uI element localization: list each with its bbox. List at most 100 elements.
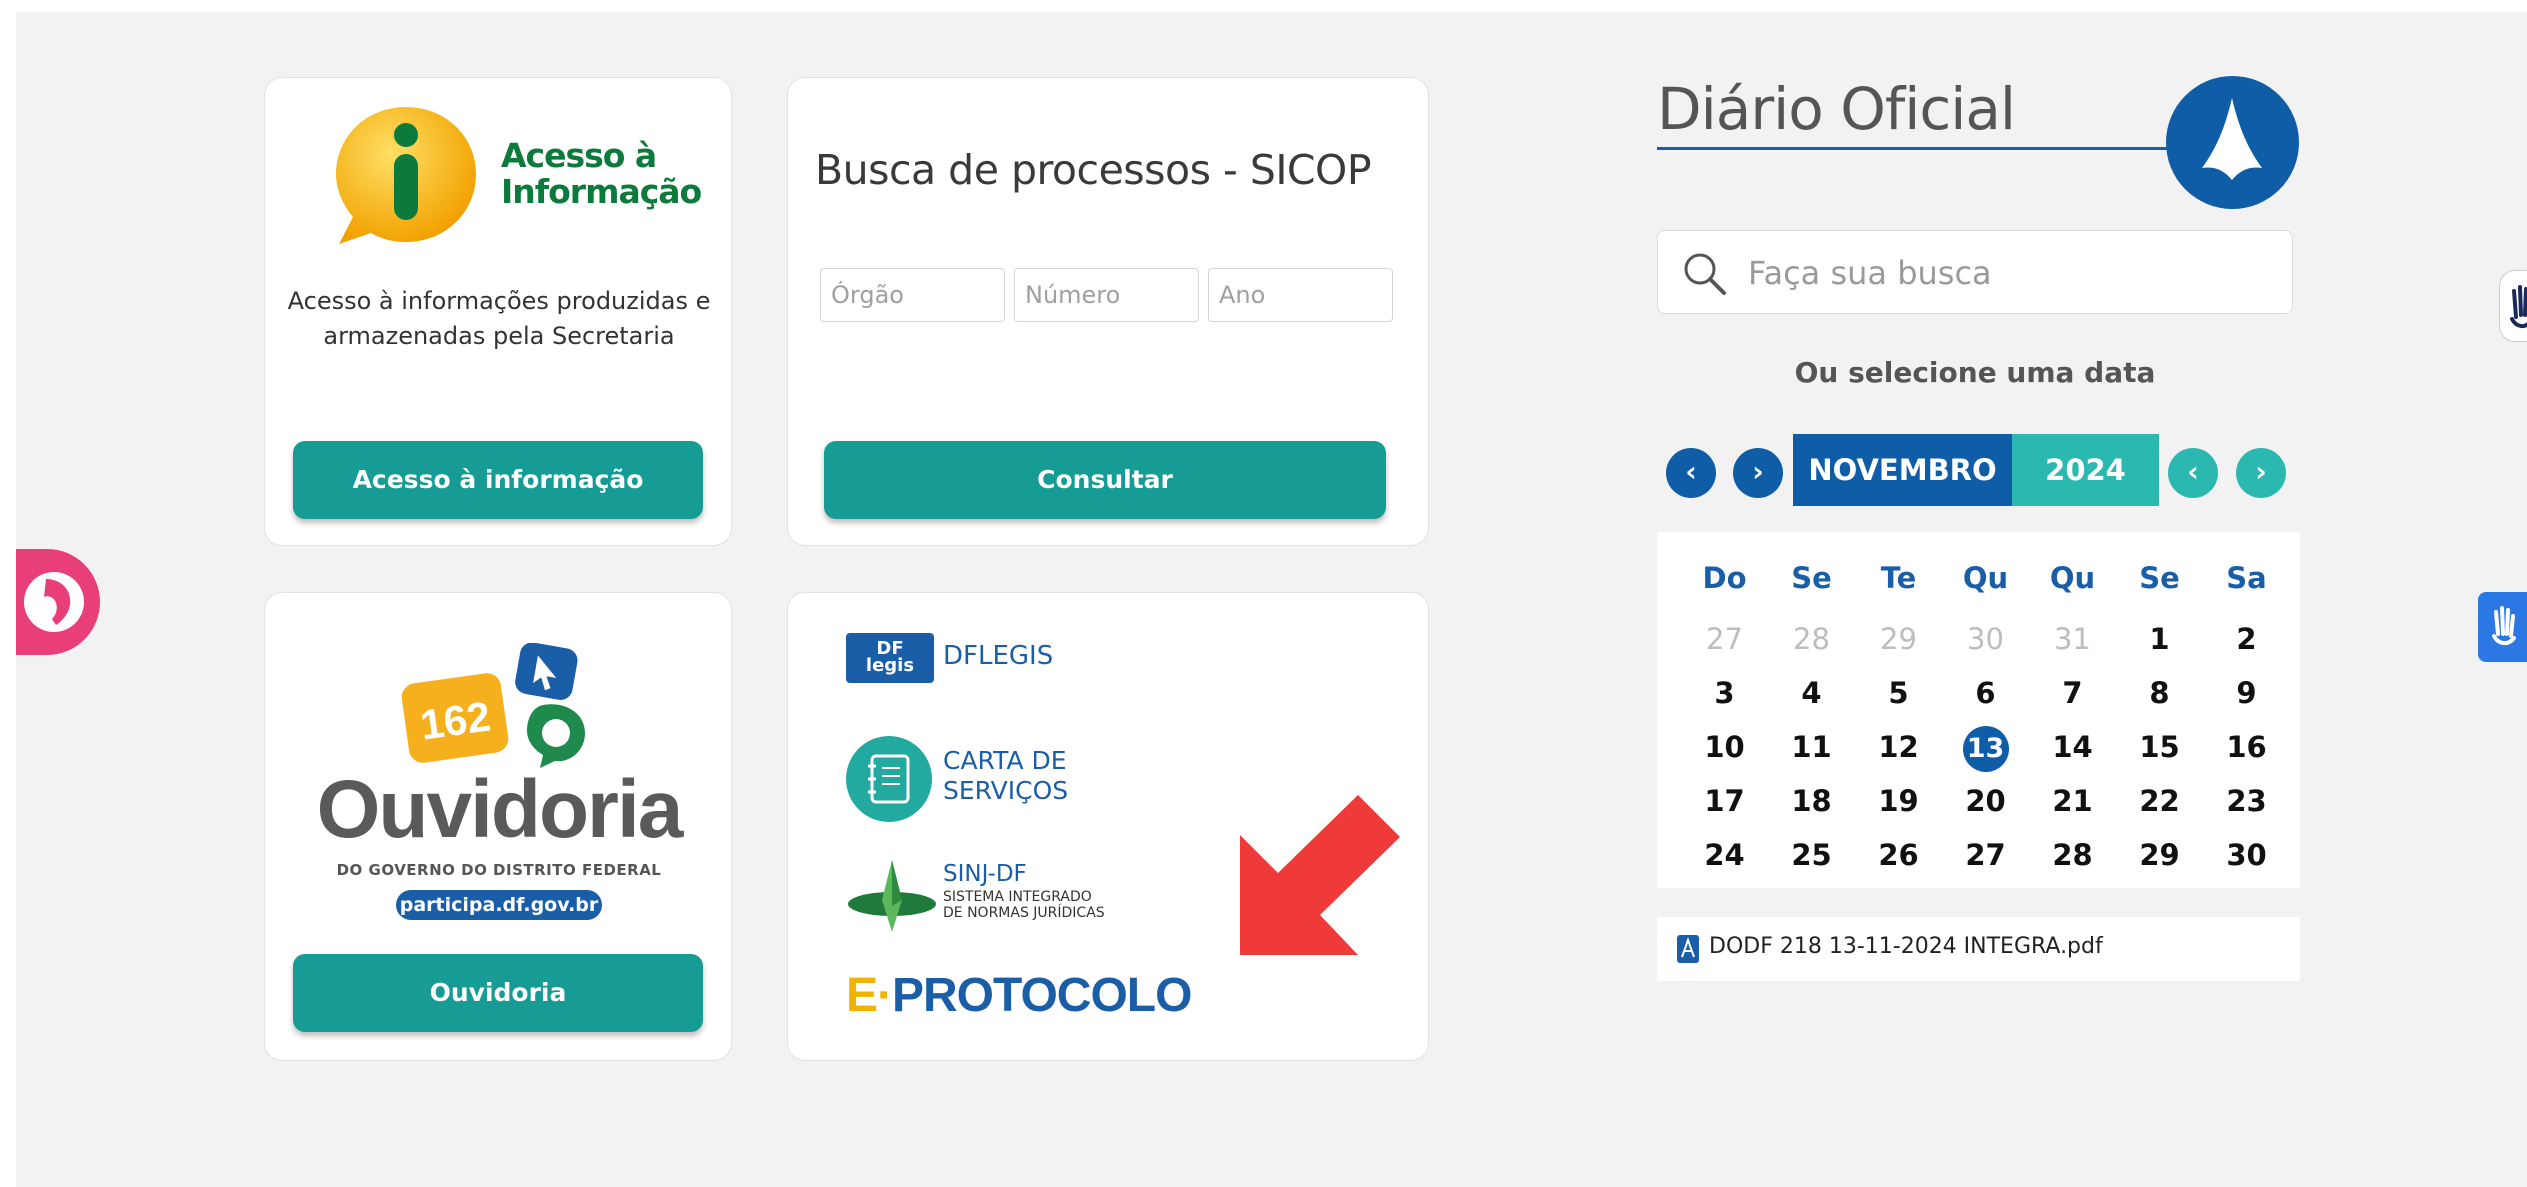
calendar-day-today[interactable]: 13 xyxy=(1942,720,2029,774)
consultar-button[interactable]: Consultar xyxy=(824,441,1386,519)
access-info-logo-text: Acesso à Informação xyxy=(501,136,702,211)
calendar-day[interactable]: 29 xyxy=(2116,828,2203,882)
notebook-glyph xyxy=(868,754,910,804)
sign-language-button[interactable] xyxy=(2499,270,2527,342)
calendar-day[interactable]: 4 xyxy=(1768,666,1855,720)
calendar-day[interactable]: 18 xyxy=(1768,774,1855,828)
sinj-title: SINJ-DF xyxy=(943,861,1027,887)
logo-line-2: Informação xyxy=(501,172,702,211)
weekday-header: Te xyxy=(1880,561,1917,595)
ouvidoria-card: 162 Ouvidoria DO GOVERNO DO DISTRITO FED… xyxy=(264,592,732,1061)
carta-line-1: CARTA DE xyxy=(943,746,1067,775)
eprotocolo-logo: E·PROTOCOLO xyxy=(846,968,1192,1023)
weekday-header: Se xyxy=(1791,561,1832,595)
calendar-day[interactable]: 29 xyxy=(1855,612,1942,666)
dflegis-link[interactable]: DF legis DFLEGIS xyxy=(788,593,1118,703)
calendar-day[interactable]: 12 xyxy=(1855,720,1942,774)
selected-day-marker: 13 xyxy=(1962,726,2009,772)
calendar-day[interactable]: 24 xyxy=(1681,828,1768,882)
numero-input[interactable] xyxy=(1014,268,1199,322)
ouvidoria-badge-number: 162 xyxy=(417,692,493,748)
access-info-description: Acesso à informações produzidas e armaze… xyxy=(265,284,733,354)
dflegis-badge-line-2: legis xyxy=(865,655,915,676)
sicop-search-card: Busca de processos - SICOP Consultar xyxy=(787,77,1429,546)
calendar-day[interactable]: 1 xyxy=(2116,612,2203,666)
calendar-day[interactable]: 2 xyxy=(2203,612,2290,666)
accessibility-widget-button[interactable] xyxy=(16,549,100,655)
calendar-day[interactable]: 8 xyxy=(2116,666,2203,720)
calendar-day[interactable]: 28 xyxy=(1768,612,1855,666)
description-line-2: armazenadas pela Secretaria xyxy=(323,322,675,350)
calendar-day[interactable]: 17 xyxy=(1681,774,1768,828)
pdf-file-name: DODF 218 13-11-2024 INTEGRA.pdf xyxy=(1709,934,2103,959)
calendar-day[interactable]: 14 xyxy=(2029,720,2116,774)
prev-month-button[interactable]: ‹ xyxy=(1666,448,1716,498)
dodf-logo-icon xyxy=(2166,76,2299,209)
ano-input[interactable] xyxy=(1208,268,1393,322)
calendar-day[interactable]: 30 xyxy=(1942,612,2029,666)
calendar-day[interactable]: 11 xyxy=(1768,720,1855,774)
select-date-label: Ou selecione uma data xyxy=(1794,356,2156,389)
calendar-day[interactable]: 5 xyxy=(1855,666,1942,720)
prev-year-button[interactable]: ‹ xyxy=(2168,448,2218,498)
calendar: Do Se Te Qu Qu Se Sa 27 28 29 30 31 1 2 3 4 5 6 7 8 9 10 11 12 1… xyxy=(1657,532,2300,888)
eprotocolo-label: PROTOCOLO xyxy=(892,969,1192,1022)
calendar-day[interactable]: 21 xyxy=(2029,774,2116,828)
calendar-day[interactable]: 22 xyxy=(2116,774,2203,828)
next-year-button[interactable]: › xyxy=(2236,448,2286,498)
next-month-button[interactable]: › xyxy=(1733,448,1783,498)
calendar-year[interactable]: 2024 xyxy=(2012,434,2159,506)
logo-line-1: Acesso à xyxy=(501,136,657,175)
weekday-header: Se xyxy=(2139,561,2180,595)
calendar-day[interactable]: 26 xyxy=(1855,828,1942,882)
sinj-sub-line-1: SISTEMA INTEGRADO xyxy=(943,889,1092,905)
diario-search-input[interactable] xyxy=(1746,245,2270,301)
sinj-subtitle: SISTEMA INTEGRADO DE NORMAS JURÍDICAS xyxy=(943,889,1105,921)
ouvidoria-subtitle: DO GOVERNO DO DISTRITO FEDERAL xyxy=(336,861,662,879)
calendar-day[interactable]: 28 xyxy=(2029,828,2116,882)
calendar-day[interactable]: 30 xyxy=(2203,828,2290,882)
red-arrow-icon xyxy=(1240,795,1400,955)
orgao-input[interactable] xyxy=(820,268,1005,322)
calendar-month[interactable]: NOVEMBRO xyxy=(1793,434,2012,506)
pdf-file-link[interactable]: DODF 218 13-11-2024 INTEGRA.pdf xyxy=(1657,917,2300,981)
calendar-day[interactable]: 16 xyxy=(2203,720,2290,774)
calendar-day[interactable]: 19 xyxy=(1855,774,1942,828)
dflegis-label: DFLEGIS xyxy=(943,641,1054,671)
carta-line-2: SERVIÇOS xyxy=(943,776,1069,805)
calendar-day[interactable]: 23 xyxy=(2203,774,2290,828)
calendar-day[interactable]: 25 xyxy=(1768,828,1855,882)
weekday-header: Qu xyxy=(1962,561,2009,595)
access-info-button[interactable]: Acesso à informação xyxy=(293,441,703,519)
carta-servicos-label: CARTA DE SERVIÇOS xyxy=(943,746,1068,806)
notebook-icon xyxy=(846,736,932,822)
dodf-logo-glyph xyxy=(2202,98,2262,180)
calendar-day[interactable]: 6 xyxy=(1942,666,2029,720)
calendar-grid: Do Se Te Qu Qu Se Sa 27 28 29 30 31 1 2 3 4 5 6 7 8 9 10 11 12 1… xyxy=(1681,558,2290,882)
weekday-header: Do xyxy=(1702,561,1747,595)
ouvidoria-wordmark: Ouvidoria xyxy=(316,764,684,855)
description-line-1: Acesso à informações produzidas e xyxy=(287,287,711,315)
calendar-day[interactable]: 15 xyxy=(2116,720,2203,774)
sinj-df-link[interactable]: SINJ-DF SISTEMA INTEGRADO DE NORMAS JURÍ… xyxy=(788,843,1118,943)
sign-language-hand-icon xyxy=(2510,285,2527,328)
access-info-card: Acesso à Informação Acesso à informações… xyxy=(264,77,732,546)
calendar-day[interactable]: 10 xyxy=(1681,720,1768,774)
calendar-day[interactable]: 20 xyxy=(1942,774,2029,828)
ouvidoria-logo-icon: 162 xyxy=(401,643,585,768)
calendar-day[interactable]: 7 xyxy=(2029,666,2116,720)
eprotocolo-link[interactable]: E·PROTOCOLO xyxy=(788,953,1192,1043)
calendar-day[interactable]: 27 xyxy=(1681,612,1768,666)
diario-title-underline xyxy=(1657,147,2177,150)
calendar-day[interactable]: 27 xyxy=(1942,828,2029,882)
ouvidoria-button[interactable]: Ouvidoria xyxy=(293,954,703,1032)
calendar-day[interactable]: 3 xyxy=(1681,666,1768,720)
calendar-day[interactable]: 31 xyxy=(2029,612,2116,666)
calendar-day[interactable]: 9 xyxy=(2203,666,2290,720)
sicop-title: Busca de processos - SICOP xyxy=(815,146,1372,194)
weekday-header: Sa xyxy=(2226,561,2267,595)
vlibras-button[interactable] xyxy=(2478,592,2527,662)
weekday-header: Qu xyxy=(2049,561,2096,595)
eprotocolo-e: E· xyxy=(846,969,893,1022)
carta-servicos-link[interactable]: CARTA DE SERVIÇOS xyxy=(788,723,1118,833)
